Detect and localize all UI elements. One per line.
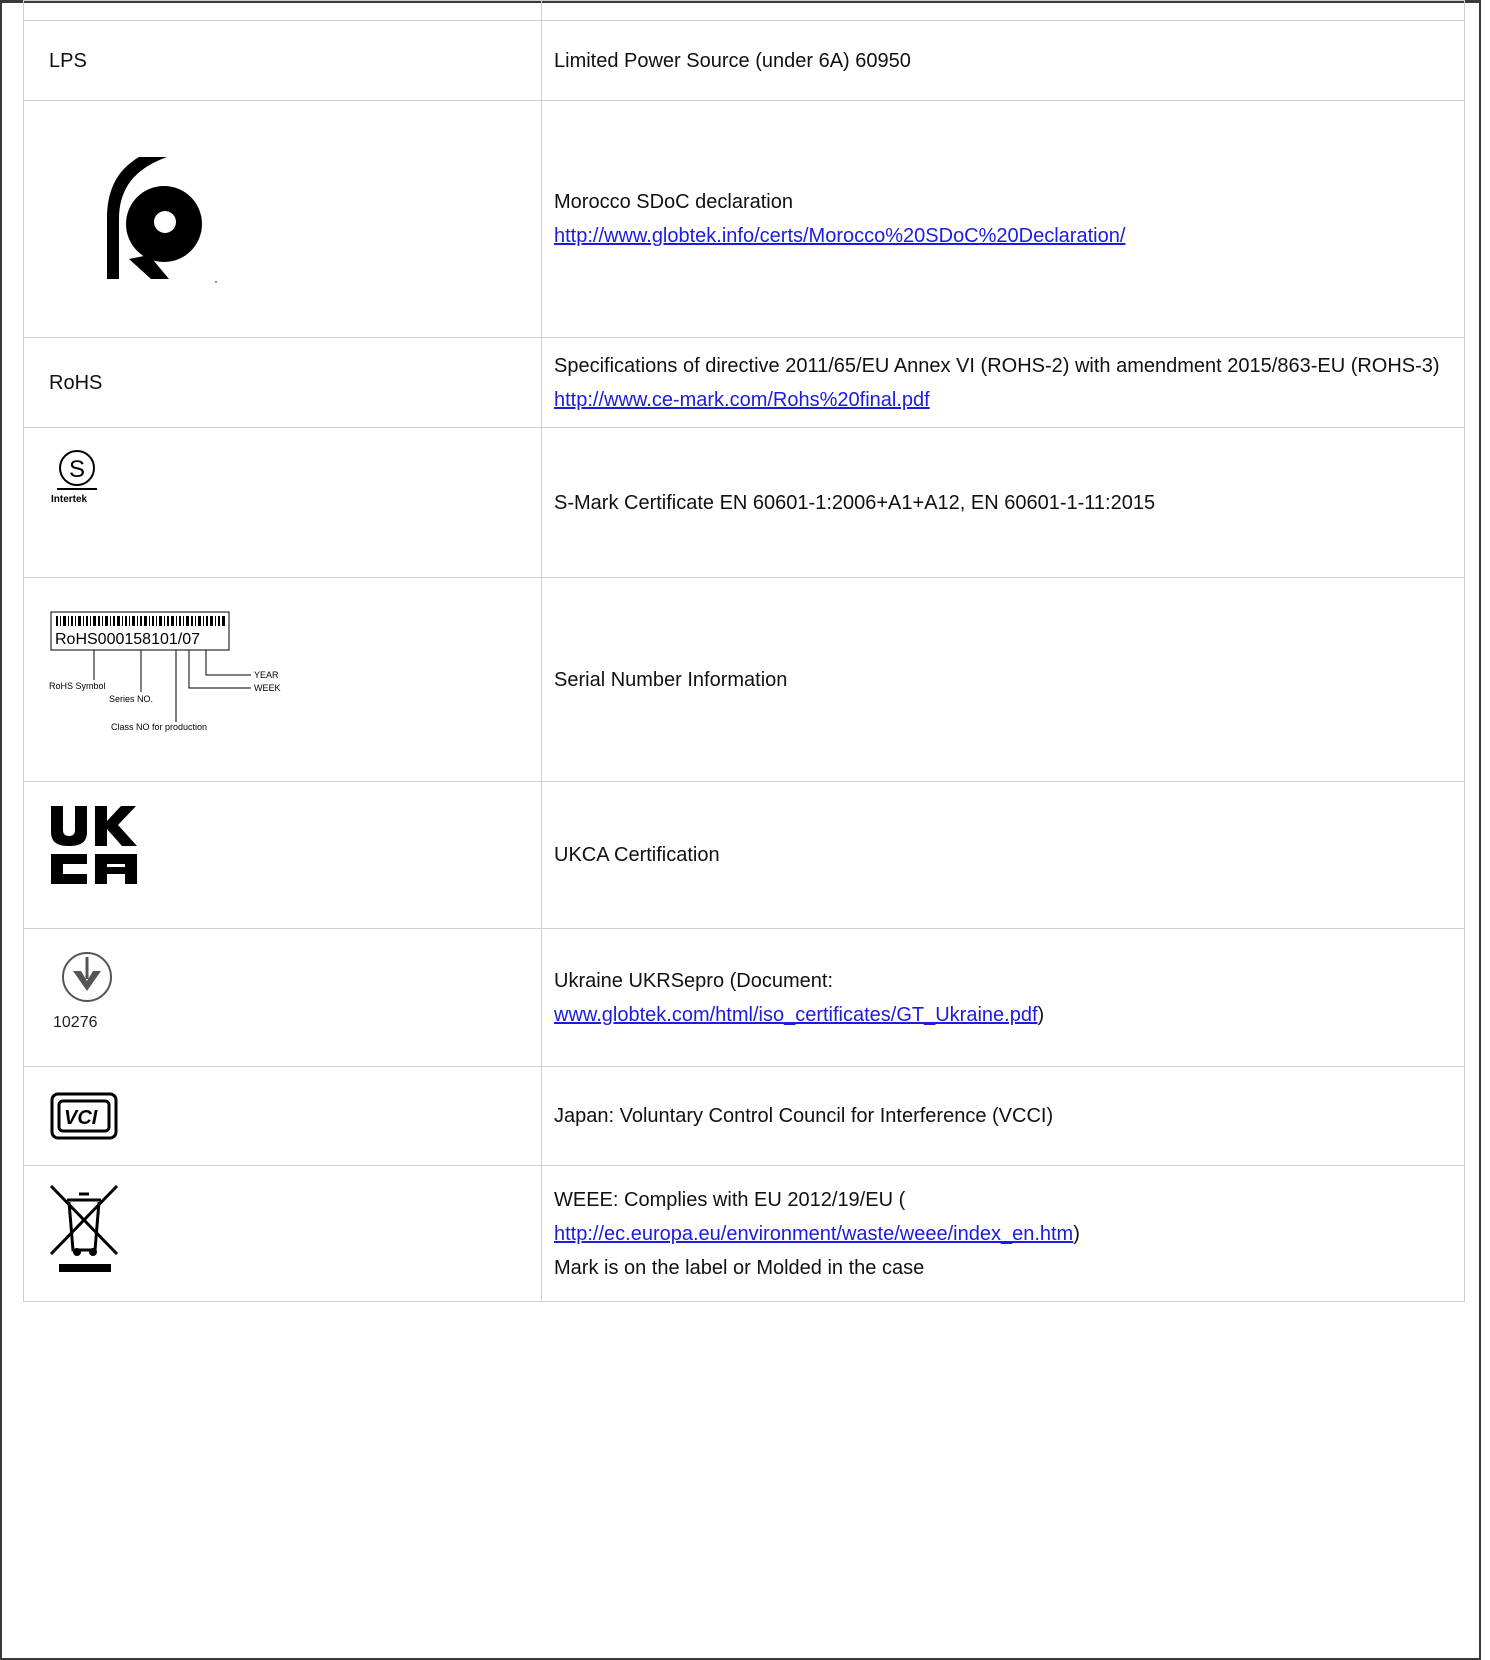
table-row <box>23 0 1465 21</box>
description-text: Morocco SDoC declaration <box>554 191 793 213</box>
description-text: Serial Number Information <box>554 668 788 691</box>
mark-label: LPS <box>49 49 87 72</box>
description-cell: UKCA Certification <box>541 781 1465 929</box>
year-label: YEAR <box>254 670 279 680</box>
table-row: 10276 Ukraine UKRSepro (Document: www.gl… <box>23 928 1465 1067</box>
weee-link[interactable]: http://ec.europa.eu/environment/waste/we… <box>554 1223 1073 1245</box>
description-text: S-Mark Certificate EN 60601-1:2006+A1+A1… <box>554 491 1156 514</box>
description-text: Japan: Voluntary Control Council for Int… <box>554 1105 1054 1127</box>
vcci-mark-icon: VCI <box>50 1092 118 1140</box>
morocco-cmim-mark-icon <box>107 157 217 283</box>
table-row: RoHS000158101/07 RoHS Symbol Series NO. … <box>23 577 1465 782</box>
mark-cell: RoHS <box>23 337 542 428</box>
description-text: Ukraine UKRSepro (Document: <box>554 969 833 992</box>
ukrsepro-mark-icon: 10276 <box>53 952 112 1031</box>
weee-bin-icon <box>49 1184 119 1272</box>
mark-cell: VCI <box>23 1066 542 1166</box>
mark-cell: LPS <box>23 20 542 101</box>
mark-cell: RoHS000158101/07 RoHS Symbol Series NO. … <box>23 577 542 782</box>
mark-cell: 10276 <box>23 928 542 1067</box>
description-text: WEEE: Complies with EU 2012/19/EU ( <box>554 1188 906 1211</box>
description-cell: Ukraine UKRSepro (Document: www.globtek.… <box>541 928 1465 1067</box>
mark-cell <box>23 781 542 929</box>
mark-label: RoHS <box>49 371 103 394</box>
mark-cell <box>23 0 542 21</box>
svg-text:VCI: VCI <box>64 1107 98 1129</box>
closing-paren: ) <box>1073 1222 1080 1245</box>
table-row: UKCA Certification <box>23 781 1465 929</box>
rohs-link[interactable]: http://www.ce-mark.com/Rohs%20final.pdf <box>554 389 930 411</box>
rohs-symbol-label: RoHS Symbol <box>49 681 106 691</box>
description-cell: Specifications of directive 2011/65/EU A… <box>541 337 1465 428</box>
week-label: WEEK <box>254 683 281 693</box>
series-no-label: Series NO. <box>109 694 153 704</box>
class-no-label: Class NO for production <box>111 722 207 732</box>
table-row: VCI Japan: Voluntary Control Council for… <box>23 1066 1465 1166</box>
description-text: Limited Power Source (under 6A) 60950 <box>554 49 911 72</box>
description-cell: Limited Power Source (under 6A) 60950 <box>541 20 1465 101</box>
closing-paren: ) <box>1037 1003 1045 1026</box>
description-text: Specifications of directive 2011/65/EU A… <box>554 354 1440 377</box>
description-cell: Japan: Voluntary Control Council for Int… <box>541 1066 1465 1166</box>
intertek-s-mark-icon: S Intertek <box>51 450 97 505</box>
description-cell: WEEE: Complies with EU 2012/19/EU ( http… <box>541 1165 1465 1302</box>
table-row: RoHS Specifications of directive 2011/65… <box>23 337 1465 428</box>
table-row: S Intertek S-Mark Certificate EN 60601-1… <box>23 427 1465 578</box>
serial-number-diagram-icon: RoHS000158101/07 RoHS Symbol Series NO. … <box>49 611 281 732</box>
table-row: WEEE: Complies with EU 2012/19/EU ( http… <box>23 1165 1465 1302</box>
description-cell: S-Mark Certificate EN 60601-1:2006+A1+A1… <box>541 427 1465 578</box>
mark-cell <box>23 1165 542 1302</box>
mark-cell: S Intertek <box>23 427 542 578</box>
mark-cell <box>23 100 542 338</box>
ukrsepro-number: 10276 <box>53 1014 98 1031</box>
ukraine-pdf-link[interactable]: www.globtek.com/html/iso_certificates/GT… <box>554 1004 1038 1026</box>
svg-text:S: S <box>69 456 85 483</box>
table-row: LPS Limited Power Source (under 6A) 6095… <box>23 20 1465 101</box>
serial-code-text: RoHS000158101/07 <box>55 631 200 648</box>
table-row: Morocco SDoC declaration http://www.glob… <box>23 100 1465 338</box>
description-cell <box>541 0 1465 21</box>
intertek-label: Intertek <box>51 494 88 505</box>
certifications-table: LPS Limited Power Source (under 6A) 6095… <box>23 0 1465 1302</box>
description-text-2: Mark is on the label or Molded in the ca… <box>554 1256 925 1279</box>
description-cell: Morocco SDoC declaration http://www.glob… <box>541 100 1465 338</box>
morocco-sdoc-link[interactable]: http://www.globtek.info/certs/Morocco%20… <box>554 225 1125 247</box>
description-cell: Serial Number Information <box>541 577 1465 782</box>
ukca-mark-icon <box>51 806 137 884</box>
description-text: UKCA Certification <box>554 844 720 866</box>
